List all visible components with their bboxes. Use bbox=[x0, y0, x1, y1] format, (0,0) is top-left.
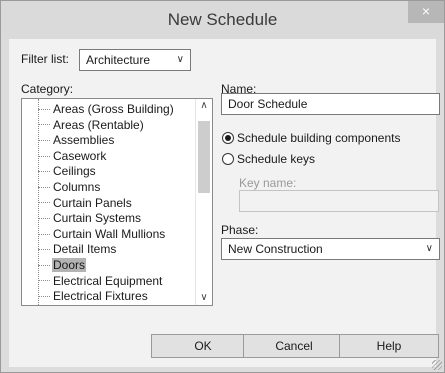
dialog-body: Filter list: Architecture ∨ Category: Ar… bbox=[9, 39, 440, 367]
filter-list-value: Architecture bbox=[86, 53, 151, 67]
tree-branch-line bbox=[38, 140, 50, 142]
category-item[interactable]: Detail Items bbox=[38, 242, 117, 256]
filter-list-select[interactable]: Architecture ∨ bbox=[79, 49, 191, 71]
category-item-label: Curtain Panels bbox=[53, 195, 132, 210]
tree-branch-line bbox=[38, 218, 50, 220]
category-item-label: Columns bbox=[53, 180, 101, 194]
category-listbox[interactable]: Areas (Gross Building) Areas (Rentable) As… bbox=[21, 98, 213, 306]
phase-label: Phase: bbox=[221, 223, 259, 237]
name-input-value: Door Schedule bbox=[228, 97, 308, 111]
category-item-label: Electrical Fixtures bbox=[53, 289, 148, 304]
category-item-label: Areas (Gross Building) bbox=[53, 102, 174, 116]
tree-branch-line bbox=[38, 124, 50, 126]
name-input[interactable]: Door Schedule bbox=[221, 93, 440, 115]
close-button[interactable]: × bbox=[408, 1, 444, 23]
tree-branch-line bbox=[38, 108, 50, 111]
category-item[interactable]: Columns bbox=[38, 180, 101, 194]
category-item-label: Curtain Wall Mullions bbox=[53, 226, 166, 241]
chevron-down-icon: ∨ bbox=[425, 243, 433, 254]
chevron-down-icon: ∨ bbox=[176, 54, 184, 65]
category-item[interactable]: Curtain Panels bbox=[38, 196, 133, 210]
category-label: Category: bbox=[21, 82, 74, 96]
category-item-label: Ceilings bbox=[53, 164, 96, 179]
category-item-label: Assemblies bbox=[53, 133, 115, 148]
category-item[interactable]: Electrical Equipment bbox=[38, 274, 163, 288]
phase-value: New Construction bbox=[228, 242, 323, 256]
key-name-input[interactable] bbox=[239, 190, 439, 212]
category-item[interactable]: Areas (Gross Building) bbox=[38, 102, 175, 116]
category-item-label: Doors bbox=[52, 258, 87, 272]
filter-list-label: Filter list: bbox=[21, 52, 69, 66]
close-icon: × bbox=[421, 3, 431, 19]
cancel-button[interactable]: Cancel bbox=[243, 334, 345, 358]
key-name-label: Key name: bbox=[239, 176, 297, 190]
chevron-up-icon[interactable]: ∧ bbox=[196, 99, 212, 113]
phase-select[interactable]: New Construction ∨ bbox=[221, 238, 440, 260]
category-item-label: Curtain Systems bbox=[53, 211, 142, 226]
tree-branch-line bbox=[38, 233, 50, 236]
schedule-building-components-label[interactable]: Schedule building components bbox=[237, 131, 400, 145]
resize-grip-icon[interactable] bbox=[432, 360, 442, 370]
category-item[interactable]: Assemblies bbox=[38, 133, 115, 147]
category-item[interactable]: Ceilings bbox=[38, 164, 97, 178]
tree-branch-line bbox=[38, 186, 50, 189]
chevron-down-icon[interactable]: ∨ bbox=[196, 291, 212, 305]
tree-branch-line bbox=[38, 202, 50, 204]
window-title: New Schedule bbox=[167, 10, 278, 29]
category-scrollbar[interactable]: ∧ ∨ bbox=[195, 99, 212, 305]
tree-branch-line bbox=[38, 264, 50, 267]
tree-branch-line bbox=[38, 155, 50, 158]
schedule-building-components-radio[interactable] bbox=[222, 132, 234, 144]
category-item[interactable]: Curtain Systems bbox=[38, 211, 142, 225]
category-item-label: Casework bbox=[53, 148, 107, 163]
ok-button[interactable]: OK bbox=[151, 334, 255, 358]
title-bar[interactable]: New Schedule × bbox=[1, 1, 444, 39]
category-item-label: Areas (Rentable) bbox=[53, 117, 144, 132]
tree-branch-line bbox=[38, 296, 50, 298]
category-item[interactable]: Casework bbox=[38, 149, 107, 163]
schedule-keys-radio[interactable] bbox=[222, 153, 234, 165]
category-item-label: Electrical Equipment bbox=[53, 273, 163, 288]
tree-branch-line bbox=[38, 171, 50, 173]
category-item[interactable]: Electrical Fixtures bbox=[38, 289, 149, 303]
schedule-keys-label[interactable]: Schedule keys bbox=[237, 152, 315, 166]
help-button[interactable]: Help bbox=[339, 334, 439, 358]
new-schedule-dialog: New Schedule × Filter list: Architecture… bbox=[0, 0, 445, 373]
tree-branch-line bbox=[38, 280, 50, 282]
category-item[interactable]: Curtain Wall Mullions bbox=[38, 227, 166, 241]
scrollbar-thumb[interactable] bbox=[198, 121, 210, 193]
tree-branch-line bbox=[38, 249, 50, 251]
category-item[interactable]: Doors bbox=[38, 258, 87, 272]
category-item-label: Detail Items bbox=[53, 242, 117, 257]
category-item[interactable]: Areas (Rentable) bbox=[38, 118, 145, 132]
